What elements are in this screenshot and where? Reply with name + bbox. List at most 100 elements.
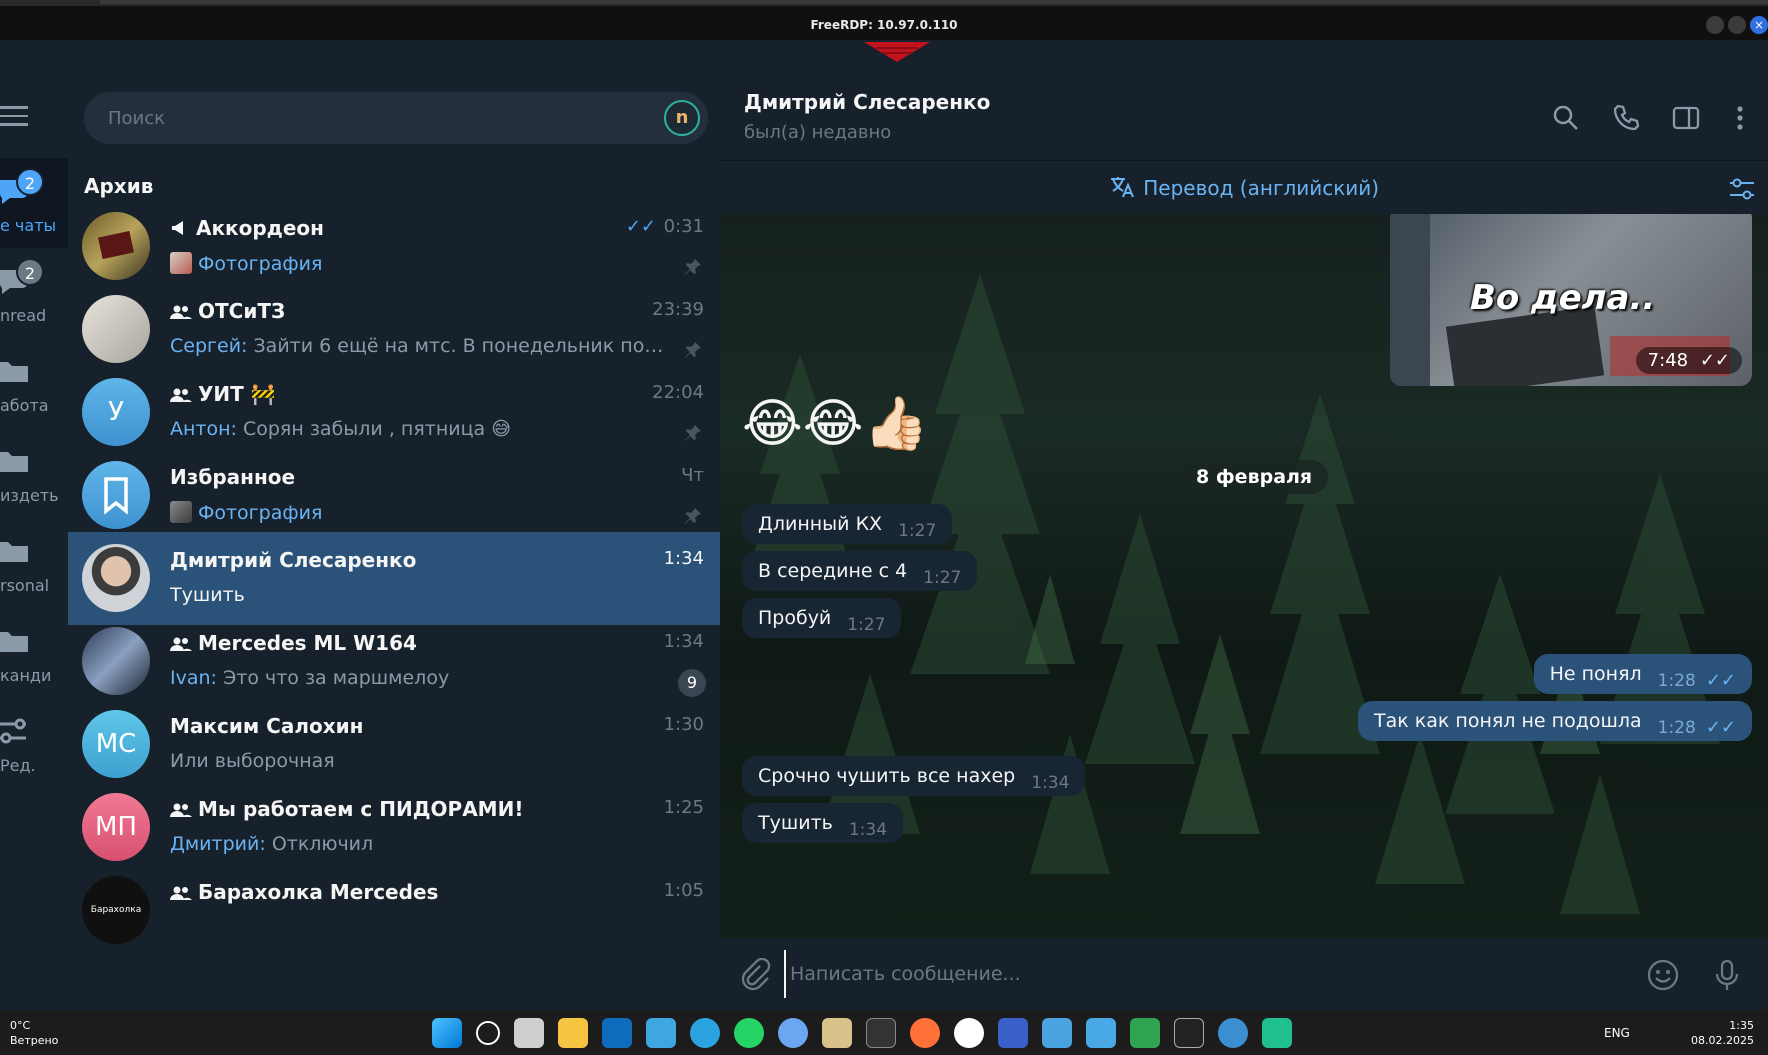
avatar [82,212,150,280]
search-input[interactable] [108,92,648,144]
chat-name: УИТ 🚧 [170,382,276,406]
remote-desktop-icon[interactable] [1042,1018,1072,1048]
chat-item-uit[interactable]: У УИТ 🚧 22:04 Антон: Сорян забыли , пятн… [68,366,720,459]
message-in[interactable]: В середине с 4 1:27 [742,551,978,591]
sidebar-toggle-icon[interactable] [1670,102,1702,134]
photo-thumbnail-icon [170,252,192,274]
folder-work[interactable]: абота [0,338,68,428]
app-icon[interactable] [646,1018,676,1048]
emoji-icon[interactable] [1646,958,1680,992]
chat-item-dmitry-slesarenko[interactable]: Дмитрий Слесаренко 1:34 Тушить [68,532,720,625]
attach-icon[interactable] [738,958,772,992]
folder-edit[interactable]: Ред. [0,698,68,788]
app-icon[interactable] [1218,1018,1248,1048]
weather-desc: Ветрено [10,1034,59,1047]
group-icon [170,886,192,900]
menu-icon[interactable] [0,106,28,126]
chat-preview: Фотография [170,252,670,275]
chat-item-accordion[interactable]: Аккордеон ✓✓ 0:31 Фотография [68,200,720,293]
folder-badge: 2 [16,258,44,286]
start-icon[interactable] [432,1018,462,1048]
app-icon[interactable] [998,1018,1028,1048]
message-in[interactable]: Длинный КХ 1:27 [742,504,953,544]
translate-button[interactable]: Перевод (английский) [720,175,1768,200]
double-check-icon: ✓✓ [1705,717,1736,738]
file-explorer-icon[interactable] [558,1018,588,1048]
rdp-close-button[interactable]: × [1750,16,1768,34]
search-icon[interactable] [1550,102,1582,134]
chat-item-barakholka[interactable]: Барахолка Барахолка Mercedes 1:05 [68,864,720,957]
k-app-icon[interactable] [1262,1018,1292,1048]
chat-name: Избранное [170,465,296,489]
phone-icon[interactable] [1610,102,1642,134]
message-input[interactable] [784,950,1604,998]
group-icon [170,305,192,319]
extension-icon[interactable]: n [664,100,700,136]
chat-preview: Тушить [170,584,245,606]
accordion-photo-icon [98,230,134,260]
folder-all-chats[interactable]: 2 е чаты [0,158,68,248]
avatar [82,295,150,363]
chat-preview: Или выборочная [170,750,335,772]
photo-message[interactable]: Во дела.. 7:48 ✓✓ [1390,214,1752,386]
pin-icon [685,259,701,275]
whatsapp-icon[interactable] [734,1018,764,1048]
task-view-icon[interactable] [514,1018,544,1048]
rdp-maximize-button[interactable] [1728,16,1746,34]
yandex-browser-icon[interactable] [954,1018,984,1048]
chat-title[interactable]: Дмитрий Слесаренко [744,90,990,114]
folder-label: е чаты [0,216,57,235]
group-icon [170,388,192,402]
chat-item-saved[interactable]: Избранное Чт Фотография [68,449,720,542]
chat-item-my-rabotaem[interactable]: МП Мы работаем с ПИДОРАМИ! 1:25 Дмитрий:… [68,781,720,874]
avatar: Барахолка [82,876,150,944]
chat-list: n Архив Аккордеон ✓✓ 0:31 Фотография ОТС… [68,78,720,1010]
clock[interactable]: 1:35 08.02.2025 [1691,1018,1754,1048]
chat-time: 1:34 [663,548,704,569]
microphone-icon[interactable] [1710,958,1744,992]
avatar: МС [82,710,150,778]
telegram-icon[interactable] [690,1018,720,1048]
archive-title: Архив [84,174,154,198]
chat-header: Дмитрий Слесаренко был(а) недавно [720,78,1768,160]
chat-name: Барахолка Mercedes [170,880,438,904]
7zip-icon[interactable] [1174,1018,1204,1048]
clock-date: 08.02.2025 [1691,1034,1754,1047]
taskbar-apps [432,1018,1292,1048]
group-icon [170,803,192,817]
chat-item-maxim-salokhin[interactable]: МС Максим Салохин 1:30 Или выборочная [68,698,720,791]
chat-time: Чт [681,465,704,486]
firefox-icon[interactable] [910,1018,940,1048]
message-in[interactable]: Тушить 1:34 [742,803,904,843]
weather-widget[interactable]: 0°C Ветрено [10,1018,58,1048]
chat-name: Mercedes ML W164 [170,631,417,655]
folder-unread[interactable]: 2 nread [0,248,68,338]
message-in[interactable]: Срочно чушить все нахер 1:34 [742,756,1086,796]
language-indicator[interactable]: ENG [1604,1026,1630,1040]
translate-settings-icon[interactable] [1728,175,1756,203]
chat-panel: Дмитрий Слесаренко был(а) недавно Перево… [720,78,1768,1010]
app-icon[interactable] [1086,1018,1116,1048]
emoji-message[interactable]: 😂😂👍🏻 [742,394,928,454]
message-out[interactable]: Не понял 1:28 ✓✓ [1533,654,1752,694]
rdp-minimize-button[interactable] [1706,16,1724,34]
folder-channels[interactable]: канди [0,608,68,698]
chat-item-mercedes-ml[interactable]: Mercedes ML W164 1:34 Ivan: Это что за м… [68,615,720,708]
rdp-pin-icon[interactable] [862,40,932,64]
chat-item-otsitz[interactable]: ОТСиТЗ 23:39 Сергей: Зайти 6 ещё на мтс.… [68,283,720,376]
chat-time: 23:39 [652,299,704,320]
search-taskbar-icon[interactable] [476,1021,500,1045]
messenger-icon[interactable] [778,1018,808,1048]
bookmark-icon [104,477,128,515]
outlook-icon[interactable] [602,1018,632,1048]
terminal-icon[interactable] [866,1018,896,1048]
message-in[interactable]: Пробуй 1:27 [742,598,902,638]
spreadsheet-icon[interactable] [1130,1018,1160,1048]
message-out[interactable]: Так как понял не подошла 1:28 ✓✓ [1358,701,1752,741]
more-vertical-icon[interactable] [1724,102,1756,134]
chat-time: 0:31 [663,216,704,237]
folder-chat[interactable]: издеть [0,428,68,518]
folder-personal[interactable]: rsonal [0,518,68,608]
windows-taskbar: 0°C Ветрено ENG 1:35 08.02.2025 [0,1010,1768,1055]
app-icon[interactable] [822,1018,852,1048]
